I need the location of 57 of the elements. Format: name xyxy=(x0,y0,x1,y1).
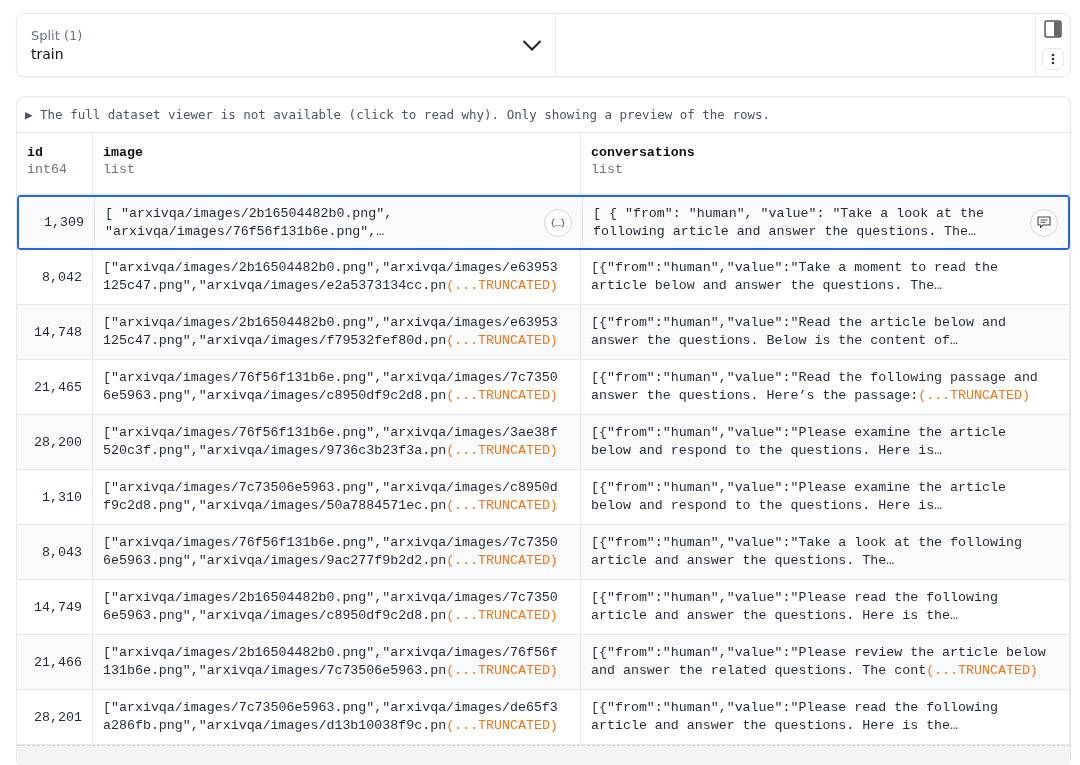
id-cell: 8,043 xyxy=(42,544,82,560)
image-list-cell: ["arxivqa/images/2b16504482b0.png","arxivqa/images/7c7350 6e5963.png","arxivqa/images/c8950df9c2d8.pn(...TRUNCATED) xyxy=(103,589,558,625)
table-row[interactable] xyxy=(17,470,1070,525)
image-list-cell: ["arxivqa/images/2b16504482b0.png","arxivqa/images/76f56f 131b6e.png","arxivqa/images/7c73506e5963.pn(...TRUNCATED) xyxy=(103,644,558,680)
image-list-cell: ["arxivqa/images/76f56f131b6e.png","arxivqa/images/3ae38f 520c3f.png","arxivqa/images/9736c3b23f3a.pn(...TRUNCATED) xyxy=(103,424,558,460)
column-header: id xyxy=(27,145,44,160)
view-conversation-button[interactable] xyxy=(1030,208,1058,237)
image-list-cell: ["arxivqa/images/2b16504482b0.png","arxivqa/images/e63953 125c47.png","arxivqa/images/e2a5373134cc.pn(...TRUNCATED) xyxy=(103,259,558,295)
table-row[interactable] xyxy=(17,250,1070,305)
id-cell: 14,748 xyxy=(34,324,82,340)
column-type: int64 xyxy=(27,162,68,177)
conversations-cell: [{"from":"human","value":"Take a moment to read the article below and answer the questions. The… xyxy=(591,259,998,295)
table-row[interactable] xyxy=(17,580,1070,635)
id-cell: 21,466 xyxy=(34,654,82,670)
chevron-down-icon xyxy=(523,39,541,51)
table-row[interactable] xyxy=(17,360,1070,415)
table-row[interactable] xyxy=(17,690,1070,745)
split-dropdown[interactable]: Split (1) train xyxy=(17,14,556,76)
conversations-cell: [{"from":"human","value":"Please examine the article below and respond to the questions. Here is… xyxy=(591,424,1006,460)
kebab-menu-icon xyxy=(1051,53,1055,65)
image-list-cell: ["arxivqa/images/7c73506e5963.png","arxivqa/images/de65f3 a286fb.png","arxivqa/images/d13b10038f9c.pn(...TRUNCATED) xyxy=(103,699,558,735)
more-options-button[interactable] xyxy=(1042,48,1064,70)
id-cell: 28,200 xyxy=(34,434,82,450)
conversations-cell: [ { "from": "human", "value": "Take a look at the following article and answer the questions. The… xyxy=(593,204,984,241)
image-list-cell: ["arxivqa/images/7c73506e5963.png","arxivqa/images/c8950d f9c2d8.png","arxivqa/images/50a7884571ec.pn(...TRUNCATED) xyxy=(103,479,558,515)
preview-notice[interactable]: ▶ The full dataset viewer is not available (click to read why). Only showing a preview of the rows. xyxy=(17,97,1070,133)
column-header: conversations xyxy=(591,145,696,160)
image-list-cell: [ "arxivqa/images/2b16504482b0.png", "arxivqa/images/76f56f131b6e.png",… xyxy=(105,204,393,241)
braces-icon xyxy=(551,217,565,228)
id-cell: 14,749 xyxy=(34,599,82,615)
split-value: train xyxy=(31,46,65,62)
id-cell: 1,310 xyxy=(42,489,82,505)
image-list-cell: ["arxivqa/images/76f56f131b6e.png","arxivqa/images/7c7350 6e5963.png","arxivqa/images/c8950df9c2d8.pn(...TRUNCATED) xyxy=(103,369,558,405)
image-list-cell: ["arxivqa/images/2b16504482b0.png","arxivqa/images/e63953 125c47.png","arxivqa/images/f79532fef80d.pn(...TRUNCATED) xyxy=(103,314,558,350)
image-list-cell: ["arxivqa/images/76f56f131b6e.png","arxivqa/images/7c7350 6e5963.png","arxivqa/images/9ac277f9b2d2.pn(...TRUNCATED) xyxy=(103,534,558,570)
conversations-cell: [{"from":"human","value":"Read the article below and answer the questions. Below is the content of… xyxy=(591,314,1006,350)
table-row[interactable] xyxy=(17,305,1070,360)
conversations-cell: [{"from":"human","value":"Please examine the article below and respond to the questions. Here is… xyxy=(591,479,1006,515)
id-cell: 21,465 xyxy=(34,379,82,395)
column-type: list xyxy=(103,162,136,177)
conversations-cell: [{"from":"human","value":"Please read the following article and answer the questions. Here is the… xyxy=(591,699,998,735)
conversations-cell: [{"from":"human","value":"Please review the article below and answer the related questions. The cont(...TRUNCATED) xyxy=(591,644,1046,680)
column-type: list xyxy=(591,162,624,177)
conversations-cell: [{"from":"human","value":"Read the following passage and answer the questions. Here’s the passage:(...TRUNCATED) xyxy=(591,369,1038,405)
table-row[interactable] xyxy=(17,415,1070,470)
column-header: image xyxy=(103,145,144,160)
table-row[interactable] xyxy=(17,525,1070,580)
split-label: Split (1) xyxy=(31,28,83,43)
table-row[interactable] xyxy=(17,635,1070,690)
id-cell: 1,309 xyxy=(44,215,84,230)
id-cell: 8,042 xyxy=(42,269,82,285)
id-cell: 28,201 xyxy=(34,709,82,725)
conversations-cell: [{"from":"human","value":"Please read the following article and answer the questions. Here is the… xyxy=(591,589,998,625)
table-row[interactable]: 1,309 [ "arxivqa/images/2b16504482b0.png", "arxivqa/images/76f56f131b6e.png",… [ { "from": "human", "value": "Take a look at the following article and answer the questions. The… xyxy=(17,195,1070,250)
conversations-cell: [{"from":"human","value":"Take a look at the following article and answer the questions. The… xyxy=(591,534,1022,570)
sidebar-toggle-icon[interactable] xyxy=(1044,20,1062,38)
chat-bubble-icon xyxy=(1037,216,1051,229)
